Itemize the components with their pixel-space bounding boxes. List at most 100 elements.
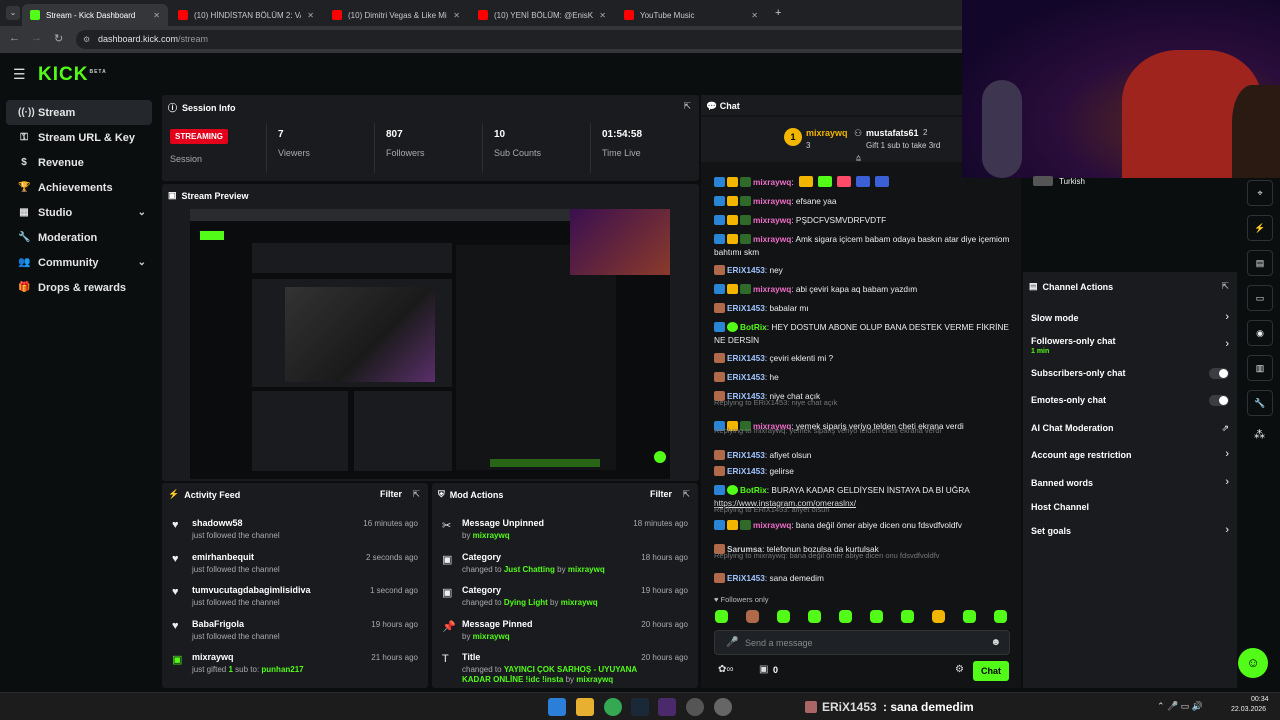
chat-username[interactable]: mixraywq	[753, 215, 791, 225]
chat-send-button[interactable]: Chat	[973, 661, 1009, 681]
menu-icon[interactable]: ☰	[13, 66, 26, 83]
chat-username[interactable]: ERiX1453	[727, 466, 765, 476]
chat-features-icon[interactable]: ✿∞	[718, 664, 734, 675]
toggle-switch[interactable]	[1209, 395, 1229, 406]
popout-icon[interactable]: ⇱	[683, 101, 691, 112]
activity-filter-button[interactable]: Filter	[380, 489, 402, 499]
channel-action-emotes-only-chat[interactable]: Emotes-only chat	[1031, 395, 1106, 405]
mod-action-item[interactable]: ▣ Category changed to Dying Light by mixra…	[432, 583, 698, 613]
camera-icon[interactable]: ⌖	[1247, 180, 1273, 206]
activity-item[interactable]: ♥ BabaFrigola just followed the channel 19 …	[162, 617, 428, 647]
mod-action-item[interactable]: ✂ Message Unpinned by mixraywq 18 minutes a…	[432, 516, 698, 546]
layout-icon[interactable]: ▥	[1247, 355, 1273, 381]
activity-user[interactable]: BabaFrigola	[192, 619, 244, 629]
chevron-right-icon[interactable]: ›	[1225, 311, 1229, 323]
tab-close-icon[interactable]: ✕	[307, 11, 314, 20]
quick-emote-icon[interactable]	[901, 610, 914, 623]
quick-emote-icon[interactable]	[777, 610, 790, 623]
quick-emote-icon[interactable]	[994, 610, 1007, 623]
chat-bubble-icon[interactable]: ▭	[1247, 285, 1273, 311]
url-field[interactable]: dashboard.kick.com/stream	[76, 30, 976, 49]
chevron-down-icon[interactable]: ⌄	[138, 257, 146, 268]
new-tab-icon[interactable]: +	[775, 7, 781, 19]
tab-close-icon[interactable]: ✕	[751, 11, 758, 20]
browser-tab[interactable]: YouTube Music ✕	[616, 4, 766, 26]
windows-start-icon[interactable]	[548, 698, 566, 716]
forward-icon[interactable]: →	[31, 32, 42, 44]
chat-username[interactable]: ERiX1453	[727, 372, 765, 382]
sidebar-item-revenue[interactable]: $ Revenue	[6, 150, 152, 175]
quick-emote-icon[interactable]	[746, 610, 759, 623]
mod-desc-user[interactable]: mixraywq	[561, 598, 598, 607]
file-explorer-icon[interactable]	[576, 698, 594, 716]
activity-user[interactable]: emirhanbequit	[192, 552, 254, 562]
back-icon[interactable]: ←	[9, 32, 20, 44]
toggle-switch[interactable]	[1209, 368, 1229, 379]
kick-logo[interactable]: KICKBETA	[38, 64, 107, 86]
note-icon[interactable]: ▤	[1247, 250, 1273, 276]
browser-tab[interactable]: (10) HİNDİSTAN BÖLÜM 2: VAR ✕	[170, 4, 322, 26]
popout-icon[interactable]: ⇱	[682, 489, 690, 500]
broadcast-icon[interactable]: ◉	[1247, 320, 1273, 346]
mod-action-item[interactable]: ▣ Category changed to Just Chatting by mix…	[432, 550, 698, 580]
help-button[interactable]: ☺	[1238, 648, 1268, 678]
activity-user[interactable]: shadoww58	[192, 518, 243, 528]
mic-icon[interactable]: 🎤	[726, 637, 738, 648]
activity-item[interactable]: ♥ emirhanbequit just followed the channel 2…	[162, 550, 428, 580]
tab-search-button[interactable]: ⌄	[6, 6, 20, 20]
chevron-down-icon[interactable]: ⌄	[138, 207, 146, 218]
channel-action-ai-chat-moderation[interactable]: AI Chat Moderation	[1031, 423, 1114, 433]
mod-filter-button[interactable]: Filter	[650, 489, 672, 499]
chart-icon[interactable]: ⇗	[1221, 423, 1229, 434]
sidebar-item-drops-rewards[interactable]: 🎁 Drops & rewards	[6, 275, 152, 300]
sidebar-item-studio[interactable]: ▦ Studio ⌄	[6, 200, 152, 225]
mod-action-item[interactable]: 📌 Message Pinned by mixraywq 20 hours ago	[432, 617, 698, 647]
activity-item[interactable]: ♥ shadoww58 just followed the channel 16 mi…	[162, 516, 428, 546]
chevron-right-icon[interactable]: ›	[1225, 524, 1229, 536]
sidebar-item-stream-url-key[interactable]: ⚿ Stream URL & Key	[6, 125, 152, 150]
settings-icon[interactable]	[714, 698, 732, 716]
chat-username[interactable]: ERiX1453	[727, 303, 765, 313]
tab-close-icon[interactable]: ✕	[599, 11, 606, 20]
chevron-right-icon[interactable]: ›	[1225, 448, 1229, 460]
activity-user[interactable]: mixraywq	[192, 652, 234, 662]
activity-item[interactable]: ▣ mixraywq just gifted 1 sub to: punhan217…	[162, 650, 428, 680]
quick-emote-icon[interactable]	[963, 610, 976, 623]
quick-emote-icon[interactable]	[932, 610, 945, 623]
chat-input[interactable]: Send a message 🎤 ☻	[714, 630, 1010, 655]
wrench-icon[interactable]: 🔧	[1247, 390, 1273, 416]
activity-user[interactable]: tumvucutagdabagimlisidiva	[192, 585, 311, 595]
chat-username[interactable]: BotRix	[740, 485, 767, 495]
browser-tab[interactable]: (10) YENİ BÖLÜM: @EnisKirazo ✕	[470, 4, 614, 26]
channel-action-account-age-restriction[interactable]: Account age restriction	[1031, 450, 1132, 460]
obs-icon[interactable]	[658, 698, 676, 716]
stream-preview-video[interactable]	[190, 209, 670, 479]
quick-emote-icon[interactable]	[870, 610, 883, 623]
mod-desc-user[interactable]: mixraywq	[568, 565, 605, 574]
browser-tab[interactable]: Stream - Kick Dashboard ✕	[22, 4, 168, 26]
channel-action-followers-only-chat[interactable]: Followers-only chat 1 min	[1031, 336, 1116, 355]
channel-action-banned-words[interactable]: Banned words	[1031, 478, 1093, 488]
tab-close-icon[interactable]: ✕	[153, 11, 160, 20]
popout-icon[interactable]: ⇱	[1221, 281, 1229, 292]
chrome-icon[interactable]	[604, 698, 622, 716]
sidebar-item-community[interactable]: 👥 Community ⌄	[6, 250, 152, 275]
channel-action-slow-mode[interactable]: Slow mode	[1031, 313, 1079, 323]
reload-icon[interactable]: ↻	[54, 32, 63, 45]
gift-target[interactable]: punhan217	[261, 665, 303, 674]
leader2-name[interactable]: mustafats61	[866, 128, 919, 138]
channel-action-host-channel[interactable]: Host Channel	[1031, 502, 1089, 512]
leader1-name[interactable]: mixraywq	[806, 128, 848, 138]
bolt-icon[interactable]: ⚡	[1247, 215, 1273, 241]
chat-username[interactable]: ERiX1453	[727, 353, 765, 363]
tray-icons[interactable]: ⌃ 🎤 ▭ 🔊	[1157, 701, 1203, 712]
chat-username[interactable]: mixraywq	[753, 234, 791, 244]
sidebar-item-achievements[interactable]: 🏆 Achievements	[6, 175, 152, 200]
sidebar-item-moderation[interactable]: 🔧 Moderation	[6, 225, 152, 250]
tab-close-icon[interactable]: ✕	[453, 11, 460, 20]
chat-username[interactable]: ERiX1453	[727, 573, 765, 583]
site-info-icon[interactable]: ⚙	[83, 35, 90, 44]
chat-username[interactable]: ERiX1453	[727, 265, 765, 275]
chat-username[interactable]: ERiX1453	[727, 450, 765, 460]
chat-settings-icon[interactable]: ⚙	[955, 664, 964, 675]
